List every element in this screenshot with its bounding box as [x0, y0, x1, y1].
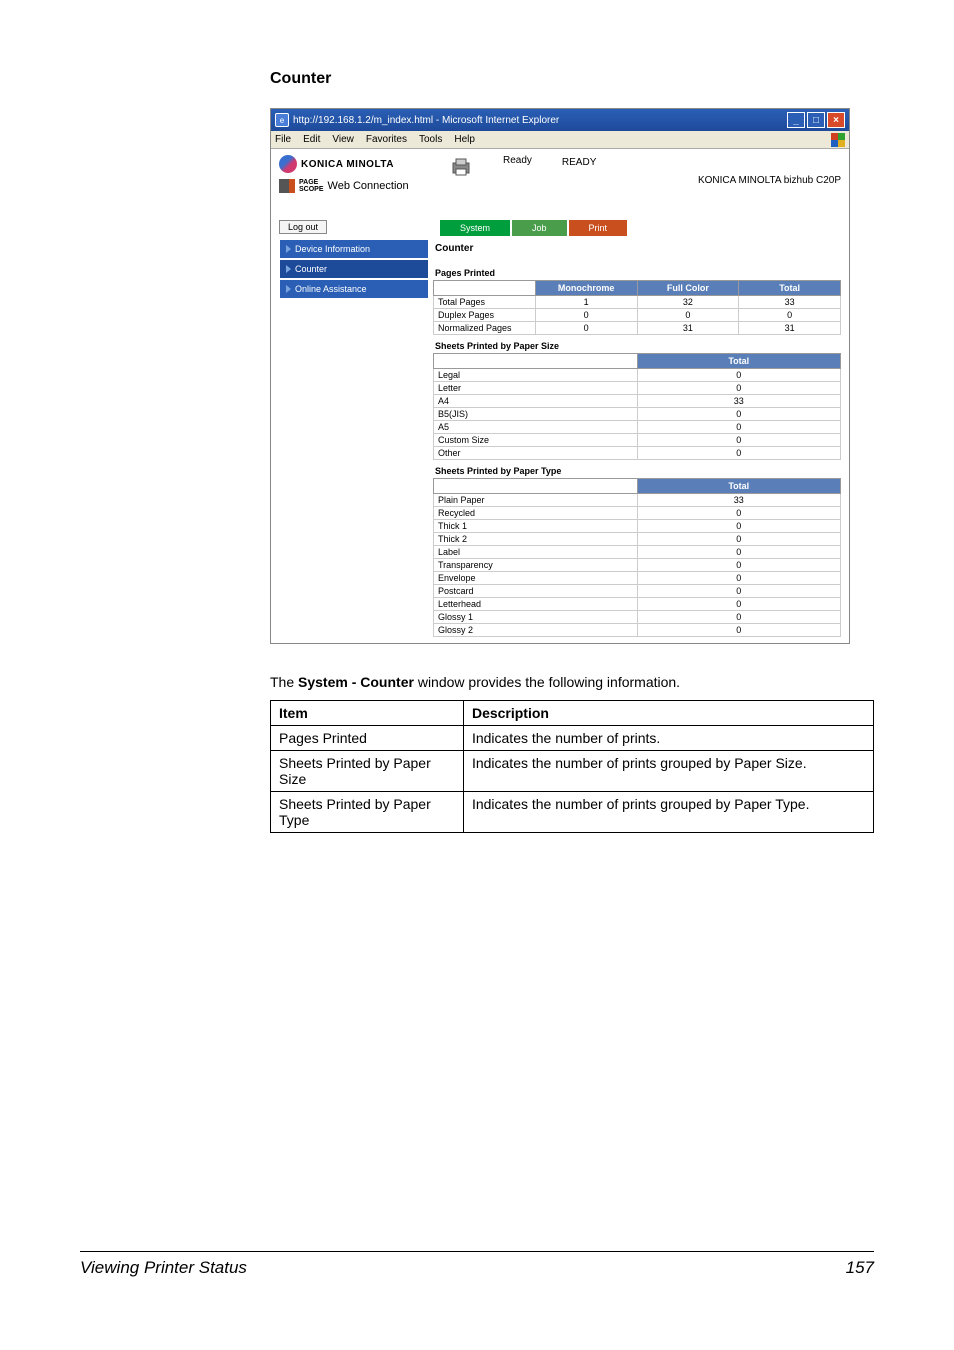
- pagescope-text-small: PAGESCOPE: [299, 179, 324, 193]
- table-row: Transparency0: [434, 559, 841, 572]
- triangle-icon: [286, 245, 291, 253]
- menu-view[interactable]: View: [332, 134, 354, 145]
- table-row: Thick 20: [434, 533, 841, 546]
- menu-tools[interactable]: Tools: [419, 134, 442, 145]
- tab-job[interactable]: Job: [511, 219, 568, 237]
- table-row: Glossy 10: [434, 611, 841, 624]
- menu-help[interactable]: Help: [454, 134, 475, 145]
- printer-icon: [449, 155, 473, 184]
- ie-icon: e: [275, 113, 289, 127]
- description-text: The System - Counter window provides the…: [270, 674, 874, 690]
- table-row: Sheets Printed by Paper Size Indicates t…: [271, 751, 874, 792]
- table-row: Normalized Pages 0 31 31: [434, 322, 841, 335]
- status-ready-label: Ready: [503, 155, 532, 184]
- sheets-size-label: Sheets Printed by Paper Size: [433, 335, 841, 353]
- sheets-type-label: Sheets Printed by Paper Type: [433, 460, 841, 478]
- sidebar-label: Counter: [295, 264, 327, 274]
- col-description: Description: [463, 701, 873, 726]
- table-row: Legal0: [434, 369, 841, 382]
- triangle-icon: [286, 285, 291, 293]
- tab-print[interactable]: Print: [568, 219, 629, 237]
- maximize-button[interactable]: □: [807, 112, 825, 128]
- table-row: Postcard0: [434, 585, 841, 598]
- table-row: A50: [434, 421, 841, 434]
- footer-title: Viewing Printer Status: [80, 1258, 247, 1278]
- office-icon: [831, 133, 845, 147]
- km-logo-icon: [279, 155, 297, 173]
- brand-text: KONICA MINOLTA: [301, 159, 394, 170]
- table-row: Envelope0: [434, 572, 841, 585]
- panel-title: Counter: [433, 239, 841, 262]
- table-row: Other0: [434, 447, 841, 460]
- minimize-button[interactable]: _: [787, 112, 805, 128]
- menu-file[interactable]: File: [275, 134, 291, 145]
- browser-menubar: File Edit View Favorites Tools Help: [271, 131, 849, 149]
- table-row: Letterhead0: [434, 598, 841, 611]
- browser-window: e http://192.168.1.2/m_index.html - Micr…: [270, 108, 850, 644]
- section-heading: Counter: [270, 70, 874, 88]
- page-footer: Viewing Printer Status 157: [80, 1251, 874, 1278]
- table-row: B5(JIS)0: [434, 408, 841, 421]
- browser-title: http://192.168.1.2/m_index.html - Micros…: [293, 115, 787, 126]
- close-button[interactable]: ×: [827, 112, 845, 128]
- pagescope-logo-icon: [279, 179, 295, 193]
- table-row: A433: [434, 395, 841, 408]
- table-row: Label0: [434, 546, 841, 559]
- table-row: Pages Printed Indicates the number of pr…: [271, 726, 874, 751]
- browser-titlebar: e http://192.168.1.2/m_index.html - Micr…: [271, 109, 849, 131]
- col-item: Item: [271, 701, 464, 726]
- sidebar-label: Online Assistance: [295, 284, 367, 294]
- ready-text: READY: [562, 155, 596, 184]
- col-fullcolor: Full Color: [637, 281, 739, 296]
- sheets-size-table: Total Legal0 Letter0 A433 B5(JIS)0 A50 C…: [433, 353, 841, 460]
- table-row: Plain Paper33: [434, 494, 841, 507]
- tab-system[interactable]: System: [439, 219, 511, 237]
- sidebar-item-online-assist[interactable]: Online Assistance: [279, 279, 429, 299]
- device-name: KONICA MINOLTA bizhub C20P: [698, 155, 841, 186]
- menu-edit[interactable]: Edit: [303, 134, 320, 145]
- table-row: Recycled0: [434, 507, 841, 520]
- table-row: Sheets Printed by Paper Type Indicates t…: [271, 792, 874, 833]
- triangle-icon: [286, 265, 291, 273]
- table-row: Glossy 20: [434, 624, 841, 637]
- page-number: 157: [846, 1258, 874, 1278]
- pagescope-label: Web Connection: [328, 180, 409, 192]
- col-total: Total: [637, 479, 841, 494]
- table-row: Duplex Pages 0 0 0: [434, 309, 841, 322]
- pages-printed-table: Monochrome Full Color Total Total Pages …: [433, 280, 841, 335]
- sidebar-item-counter[interactable]: Counter: [279, 259, 429, 279]
- menu-favorites[interactable]: Favorites: [366, 134, 407, 145]
- description-table: Item Description Pages Printed Indicates…: [270, 700, 874, 833]
- logout-button[interactable]: Log out: [279, 220, 327, 234]
- sidebar-item-device-info[interactable]: Device Information: [279, 239, 429, 259]
- table-row: Custom Size0: [434, 434, 841, 447]
- table-row: Thick 10: [434, 520, 841, 533]
- col-monochrome: Monochrome: [535, 281, 637, 296]
- sheets-type-table: Total Plain Paper33 Recycled0 Thick 10 T…: [433, 478, 841, 637]
- table-row: Total Pages 1 32 33: [434, 296, 841, 309]
- col-total: Total: [739, 281, 841, 296]
- sidebar-label: Device Information: [295, 244, 370, 254]
- col-total: Total: [637, 354, 841, 369]
- pages-printed-label: Pages Printed: [433, 262, 841, 280]
- table-row: Letter0: [434, 382, 841, 395]
